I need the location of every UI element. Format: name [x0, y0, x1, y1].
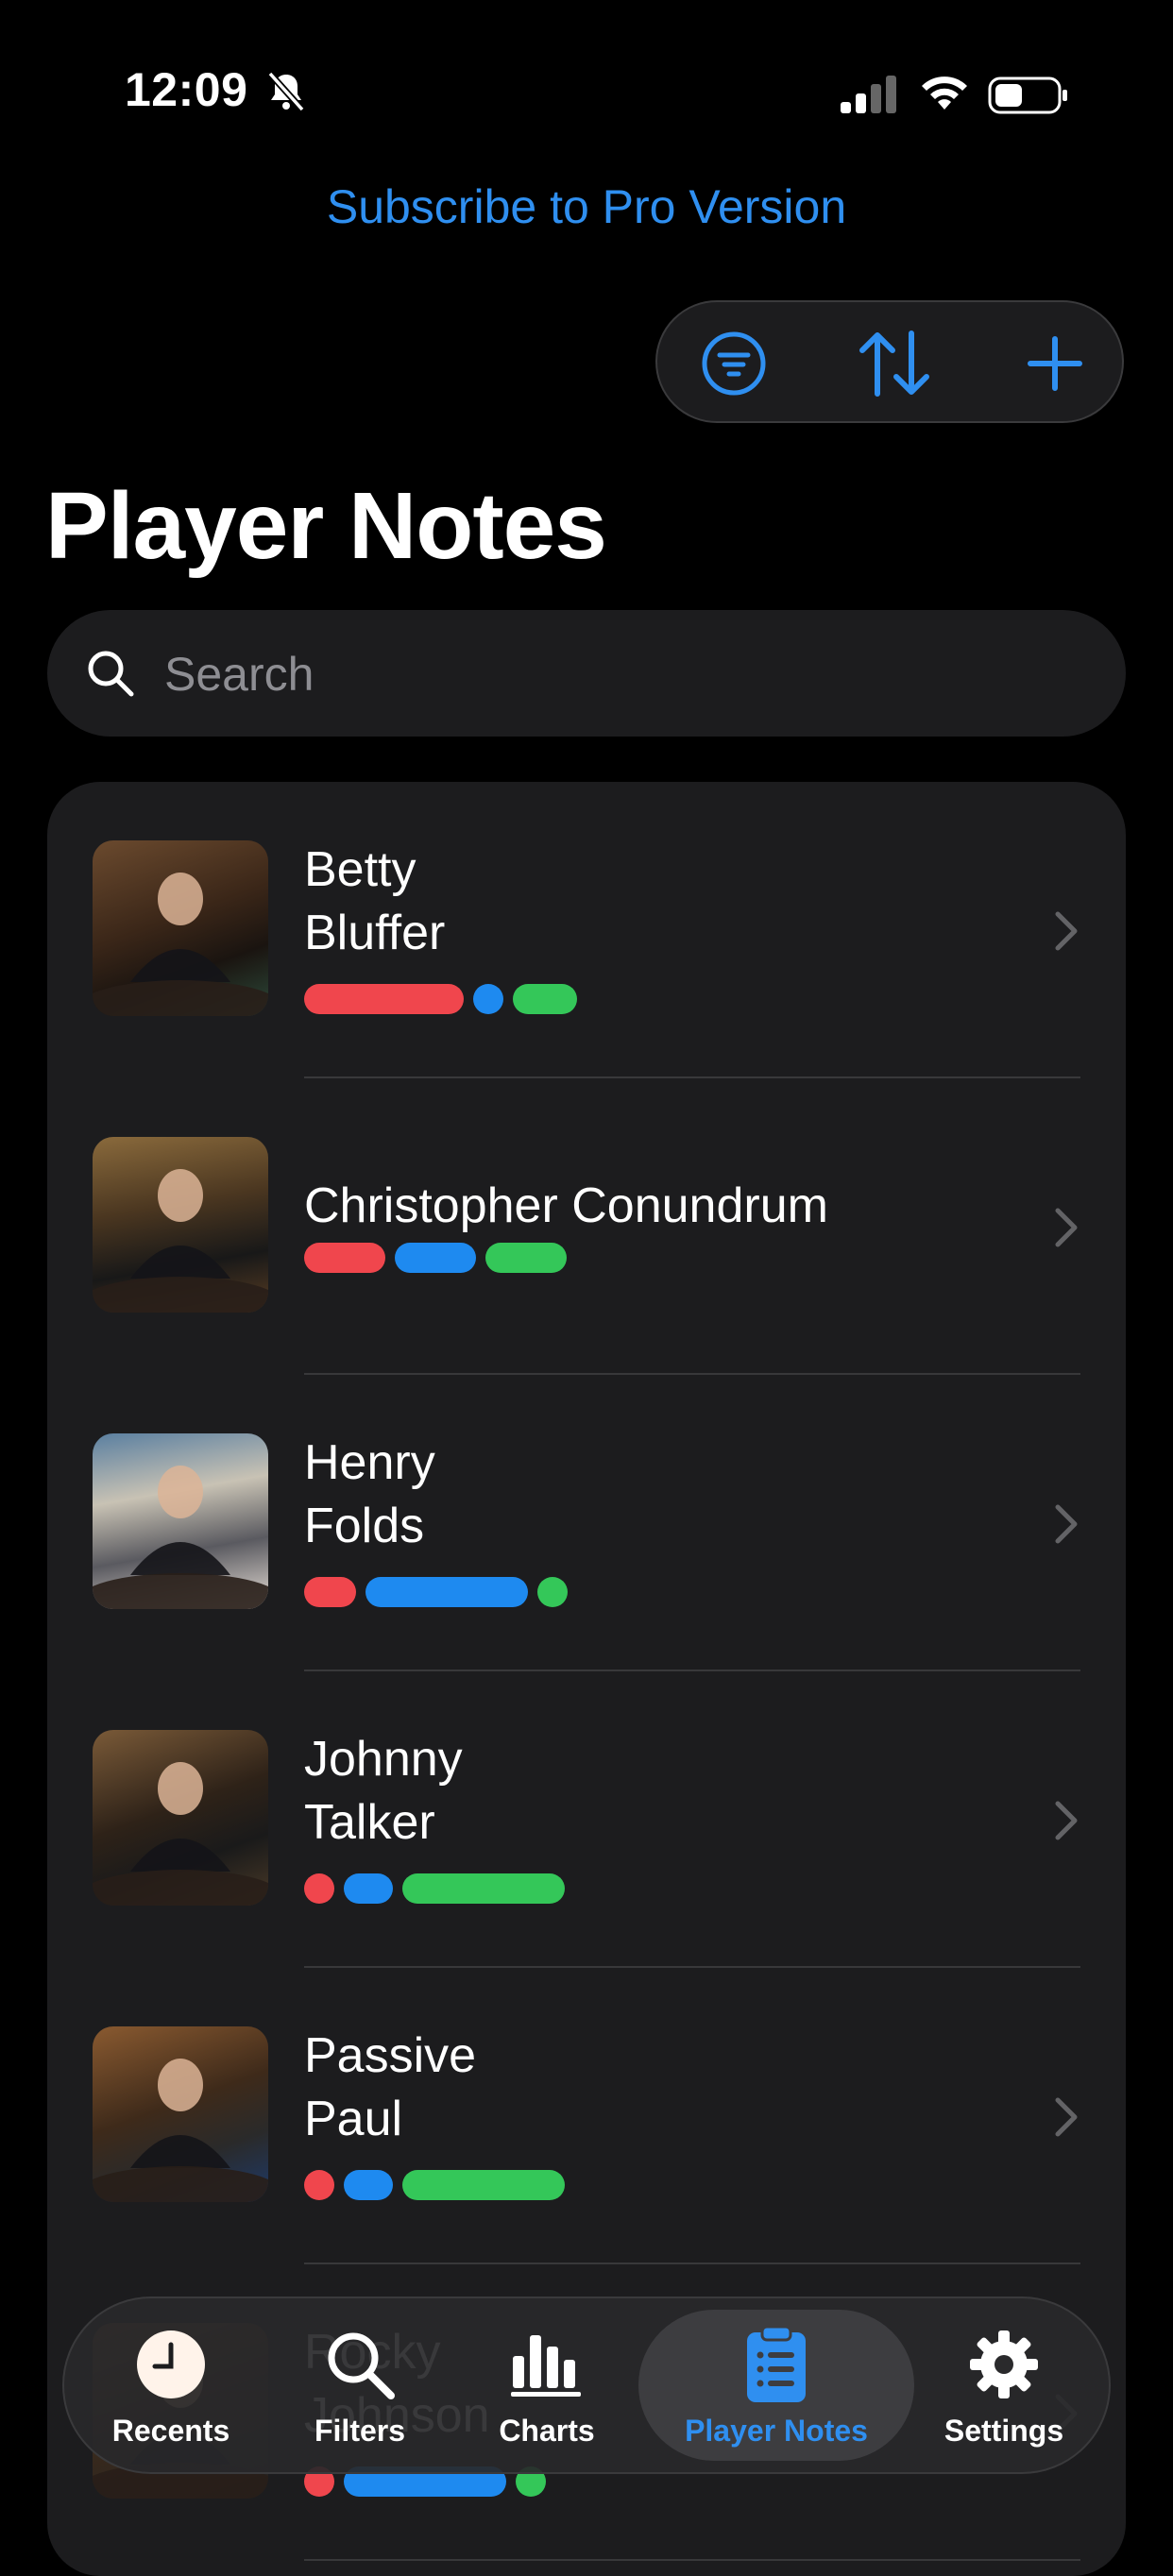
player-row[interactable]: Johnny Talker: [47, 1671, 1126, 1968]
plus-icon: [1028, 336, 1082, 391]
player-avatar-image: [93, 1169, 268, 1313]
bell-slash-icon: [267, 71, 305, 112]
chevron-right-icon: [1052, 1207, 1080, 1248]
tab-player-notes[interactable]: Player Notes: [644, 2298, 909, 2472]
player-row[interactable]: Betty Bluffer: [47, 782, 1126, 1078]
aggression-bar: [304, 1243, 385, 1273]
toolbar-actions: [655, 300, 1124, 423]
passivity-bar: [513, 984, 577, 1014]
player-avatar-image: [93, 873, 268, 1016]
gear-icon: [970, 2330, 1038, 2398]
tightness-bar: [366, 1577, 528, 1607]
passivity-bar: [402, 1873, 565, 1904]
player-avatar-image: [93, 2059, 268, 2202]
tab-recents[interactable]: Recents: [100, 2298, 242, 2472]
chevron-right-icon: [1052, 1503, 1080, 1545]
chevron-right-icon: [1052, 1800, 1080, 1841]
tab-label: Settings: [944, 2414, 1064, 2448]
aggression-bar: [304, 1577, 356, 1607]
search-icon: [328, 2332, 395, 2399]
player-photo: [93, 1433, 268, 1609]
filter-button[interactable]: [689, 319, 778, 408]
player-name: Johnny Talker: [304, 1732, 463, 1850]
battery-icon: [988, 76, 1067, 114]
chevron-right-icon: [1052, 2096, 1080, 2138]
tab-charts[interactable]: Charts: [476, 2298, 618, 2472]
tab-label: Charts: [499, 2414, 595, 2448]
aggression-bar: [304, 2170, 334, 2200]
player-row[interactable]: Passive Paul: [47, 1968, 1126, 2264]
player-name: Henry Folds: [304, 1435, 435, 1553]
tab-bar: Recents Filters Charts Player Notes Sett…: [62, 2296, 1111, 2474]
status-time: 12:09: [125, 63, 248, 116]
player-photo: [93, 2026, 268, 2202]
player-photo: [93, 840, 268, 1016]
chevron-right-icon: [1052, 910, 1080, 952]
clock-icon: [137, 2330, 205, 2398]
sort-icon: [859, 330, 929, 397]
add-player-button[interactable]: [1011, 319, 1099, 408]
filter-icon: [702, 331, 766, 396]
passivity-bar: [485, 1243, 567, 1273]
wifi-icon: [922, 76, 967, 110]
passivity-bar: [402, 2170, 565, 2200]
player-avatar-image: [93, 1466, 268, 1609]
player-name: Passive Paul: [304, 2028, 477, 2146]
passivity-bar: [537, 1577, 568, 1607]
tab-settings[interactable]: Settings: [920, 2298, 1088, 2472]
subscribe-link[interactable]: Subscribe to Pro Version: [0, 179, 1173, 234]
player-photo: [93, 1730, 268, 1906]
aggression-bar: [304, 1873, 334, 1904]
player-photo: [93, 1137, 268, 1313]
search-bar[interactable]: [47, 610, 1126, 737]
player-name: Betty Bluffer: [304, 842, 446, 960]
player-row[interactable]: Henry Folds: [47, 1375, 1126, 1671]
page-title: Player Notes: [45, 473, 607, 579]
cellular-signal-icon: [841, 76, 896, 113]
sort-button[interactable]: [850, 319, 939, 408]
aggression-bar: [304, 984, 464, 1014]
tightness-bar: [344, 2170, 393, 2200]
row-divider: [304, 2559, 1080, 2561]
search-input[interactable]: [162, 638, 1092, 710]
tightness-bar: [395, 1243, 476, 1273]
search-icon: [88, 651, 134, 697]
player-row[interactable]: Christopher Conundrum: [47, 1078, 1126, 1375]
tightness-bar: [473, 984, 503, 1014]
tightness-bar: [344, 1873, 393, 1904]
clipboard-icon: [747, 2325, 806, 2402]
tab-filters[interactable]: Filters: [289, 2298, 431, 2472]
tab-label: Player Notes: [685, 2414, 868, 2448]
tab-label: Filters: [314, 2414, 406, 2448]
player-name: Christopher Conundrum: [304, 1178, 828, 1233]
player-avatar-image: [93, 1762, 268, 1906]
tab-label: Recents: [111, 2414, 230, 2448]
bar-chart-icon: [511, 2335, 581, 2397]
